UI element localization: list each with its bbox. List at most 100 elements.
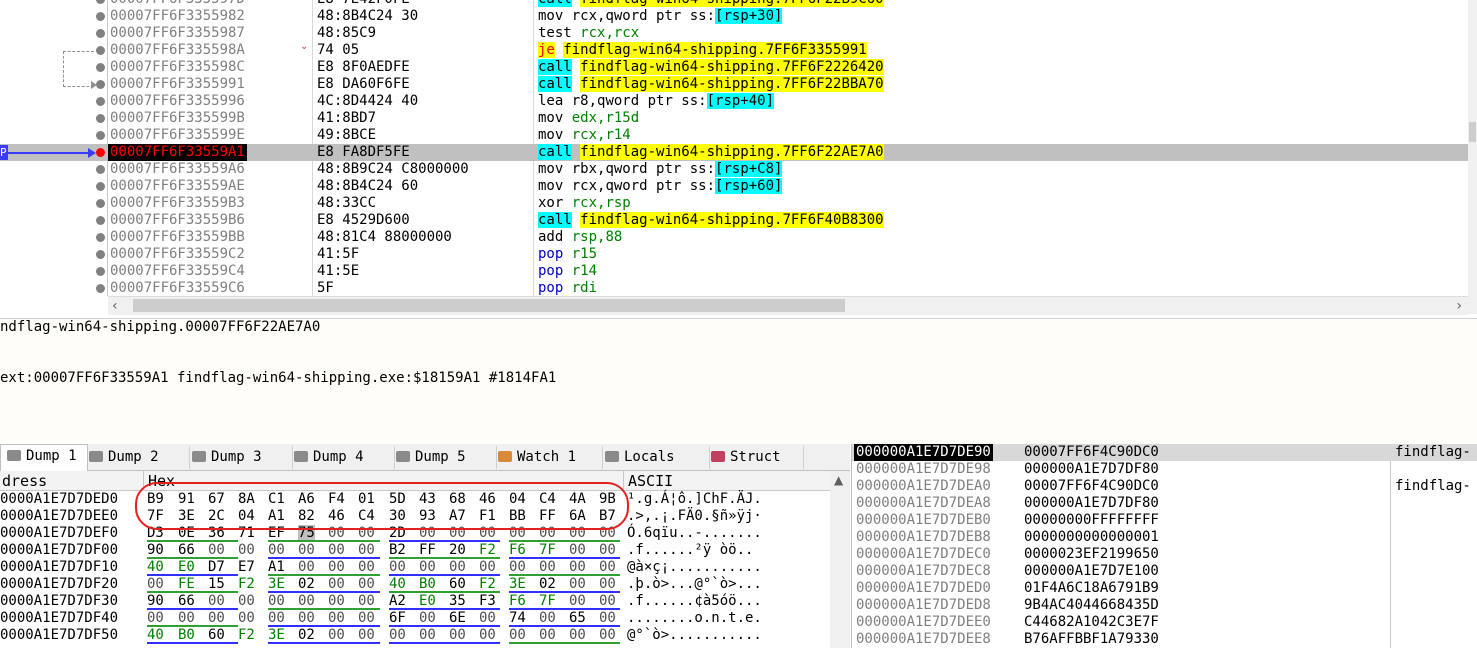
disasm-row[interactable]: 00007FF6F33559B3 48:33CC xor rcx,rsp <box>0 195 1468 212</box>
stack-row[interactable]: 000000A1E7D7DEC0 0000023EF2199650 <box>852 546 1477 563</box>
dump-row[interactable]: 0000A1E7D7DF20 00 FE 15 F2 3E 02 00 00 40 B0 60 F2 3E… <box>0 576 830 593</box>
stack-row[interactable]: 000000A1E7D7DE90 00007FF6F4C90DC0 findflag… <box>852 444 1477 461</box>
hex-byte[interactable]: 00 <box>238 610 255 627</box>
disasm-row[interactable]: 00007FF6F33559A1 E8 FA8DF5FE call findflag… <box>0 144 1468 161</box>
hex-byte[interactable]: 68 <box>449 491 466 508</box>
scroll-up-icon[interactable]: ▲ <box>834 473 843 487</box>
breakpoint-dot-icon[interactable] <box>96 63 105 72</box>
disassembly-vertical-scrollbar[interactable] <box>1468 0 1477 314</box>
ascii-text[interactable]: .>,.¡.FÄ0.§ñ»ÿj· <box>627 508 762 525</box>
hex-byte[interactable]: 46 <box>479 491 496 508</box>
disasm-row[interactable]: 00007FF6F335598C E8 8F0AEDFE call findflag… <box>0 59 1468 76</box>
stack-row[interactable]: 000000A1E7D7DEB0 00000000FFFFFFFF <box>852 512 1477 529</box>
hex-byte[interactable]: 46 <box>328 508 345 525</box>
hex-byte[interactable]: C4 <box>539 491 556 508</box>
breakpoint-dot-icon[interactable] <box>96 46 105 55</box>
breakpoint-dot-icon[interactable] <box>96 0 105 4</box>
hex-byte[interactable]: A7 <box>449 508 466 525</box>
disasm-row[interactable]: 00007FF6F3355996 4C:8D4424 40 lea r8,qword… <box>0 93 1468 110</box>
hex-byte[interactable]: A1 <box>268 508 285 525</box>
hex-byte[interactable]: 04 <box>238 508 255 525</box>
disasm-row[interactable]: 00007FF6F3355982 48:8B4C24 30 mov rcx,qwor… <box>0 8 1468 25</box>
hex-byte[interactable]: F2 <box>238 627 255 644</box>
scrollbar-thumb[interactable] <box>133 299 845 312</box>
stack-row[interactable]: 000000A1E7D7DEA0 00007FF6F4C90DC0 findflag… <box>852 478 1477 495</box>
hex-byte[interactable]: C1 <box>268 491 285 508</box>
hex-byte[interactable]: BB <box>509 508 526 525</box>
hex-byte[interactable]: F2 <box>238 576 255 593</box>
tab-dump-4[interactable]: Dump 4 <box>288 446 395 469</box>
ascii-text[interactable]: ¹.g.Á¦ô.]ChF.ÄJ. <box>627 491 762 508</box>
stack-row[interactable]: 000000A1E7D7DED0 01F4A6C18A6791B9 <box>852 580 1477 597</box>
scroll-left-icon[interactable]: ‹ <box>112 298 118 314</box>
dump-row[interactable]: 0000A1E7D7DF00 90 66 00 00 00 00 00 00 B2 FF 20 F2 F6… <box>0 542 830 559</box>
breakpoint-dot-icon[interactable] <box>96 199 105 208</box>
tab-locals[interactable]: Locals <box>599 446 710 469</box>
hex-byte[interactable]: 8A <box>238 491 255 508</box>
disasm-row[interactable]: 00007FF6F33559C6 5F pop rdi <box>0 280 1468 296</box>
hex-byte[interactable]: 00 <box>238 542 255 559</box>
disasm-row[interactable]: 00007FF6F33559C4 41:5E pop r14 <box>0 263 1468 280</box>
stack-row[interactable]: 000000A1E7D7DEB8 0000000000000001 <box>852 529 1477 546</box>
breakpoint-dot-icon[interactable] <box>96 267 105 276</box>
disasm-row[interactable]: 00007FF6F335598A 74 05 je findflag-win64-s… <box>0 42 1468 59</box>
breakpoint-dot-icon[interactable] <box>96 182 105 191</box>
stack-row[interactable]: 000000A1E7D7DED8 9B4AC4044668435D <box>852 597 1477 614</box>
hex-byte[interactable]: A6 <box>298 491 315 508</box>
hex-byte[interactable]: FF <box>539 508 556 525</box>
dump-vertical-scrollbar[interactable]: ▲ <box>830 471 850 648</box>
breakpoint-dot-icon[interactable] <box>96 29 105 38</box>
stack-row[interactable]: 000000A1E7D7DEE0 C44682A1042C3E7F <box>852 614 1477 631</box>
dump-row[interactable]: 0000A1E7D7DEE0 7F 3E 2C 04 A1 82 46 C4 30 93 A7 F1 BB… <box>0 508 830 525</box>
tab-watch-1[interactable]: Watch 1 <box>492 446 603 469</box>
disasm-row[interactable]: 00007FF6F335597D E8 7E42F0FE call findflag… <box>0 0 1468 8</box>
disassembly-view[interactable]: 00007FF6F335597D E8 7E42F0FE call findflag… <box>0 0 1468 296</box>
breakpoint-dot-icon[interactable] <box>96 250 105 259</box>
hex-byte[interactable]: 9B <box>599 491 616 508</box>
breakpoint-dot-icon[interactable] <box>96 216 105 225</box>
breakpoint-dot-icon[interactable] <box>96 12 105 21</box>
disasm-row[interactable]: 00007FF6F335599E 49:8BCE mov rcx,r14 <box>0 127 1468 144</box>
ascii-text[interactable]: .f......²ÿ òö.. <box>627 542 753 559</box>
disassembly-horizontal-scrollbar[interactable]: ‹ › <box>108 296 1468 315</box>
stack-row[interactable]: 000000A1E7D7DE98 000000A1E7D7DF80 <box>852 461 1477 478</box>
scroll-right-icon[interactable]: › <box>1456 298 1462 314</box>
breakpoint-dot-icon[interactable] <box>96 80 105 89</box>
tab-dump-2[interactable]: Dump 2 <box>83 446 190 469</box>
stack-row[interactable]: 000000A1E7D7DEE8 B76AFFBBF1A79330 <box>852 631 1477 648</box>
disasm-row[interactable]: 00007FF6F33559C2 41:5F pop r15 <box>0 246 1468 263</box>
hex-byte[interactable]: 30 <box>389 508 406 525</box>
hex-byte[interactable]: 43 <box>419 491 436 508</box>
tab-struct[interactable]: Struct <box>705 446 804 469</box>
hex-byte[interactable]: F1 <box>479 508 496 525</box>
hex-byte[interactable]: E7 <box>238 559 255 576</box>
breakpoint-dot-icon[interactable] <box>96 131 105 140</box>
hex-byte[interactable]: 82 <box>298 508 315 525</box>
disasm-row[interactable]: 00007FF6F33559B6 E8 4529D600 call findflag… <box>0 212 1468 229</box>
hex-byte[interactable]: 7F <box>147 508 164 525</box>
hex-byte[interactable]: 4A <box>569 491 586 508</box>
disasm-row[interactable]: 00007FF6F3355987 48:85C9 test rcx,rcx <box>0 25 1468 42</box>
ascii-text[interactable]: @°`ò>........... <box>627 627 762 644</box>
disasm-row[interactable]: 00007FF6F3355991 E8 DA60F6FE call findflag… <box>0 76 1468 93</box>
hex-byte[interactable]: 91 <box>178 491 195 508</box>
stack-row[interactable]: 000000A1E7D7DEA8 000000A1E7D7DF80 <box>852 495 1477 512</box>
hex-byte[interactable]: 67 <box>208 491 225 508</box>
breakpoint-dot-icon[interactable] <box>96 165 105 174</box>
dump-row[interactable]: 0000A1E7D7DF50 40 B0 60 F2 3E 02 00 00 00 00 00 00 00… <box>0 627 830 644</box>
hex-byte[interactable]: 04 <box>509 491 526 508</box>
tab-dump-3[interactable]: Dump 3 <box>186 446 293 469</box>
hex-byte[interactable]: C4 <box>358 508 375 525</box>
dump-row[interactable]: 0000A1E7D7DED0 B9 91 67 8A C1 A6 F4 01 5D 43 68 46 04… <box>0 491 830 508</box>
breakpoint-dot-icon[interactable] <box>96 97 105 106</box>
hex-byte[interactable]: 3E <box>178 508 195 525</box>
dump-row[interactable]: 0000A1E7D7DEF0 D3 0E 36 71 EF 75 00 00 2D 00 00 00 00… <box>0 525 830 542</box>
ascii-text[interactable]: .f......¢à5óö... <box>627 593 762 610</box>
hex-byte[interactable]: 5D <box>389 491 406 508</box>
breakpoint-dot-icon[interactable] <box>96 233 105 242</box>
hex-byte[interactable]: 2C <box>208 508 225 525</box>
ascii-text[interactable]: @à×ç¡........... <box>627 559 762 576</box>
hex-byte[interactable]: 01 <box>358 491 375 508</box>
disasm-row[interactable]: 00007FF6F33559A6 48:8B9C24 C8000000 mov rb… <box>0 161 1468 178</box>
breakpoint-dot-icon[interactable] <box>96 148 105 157</box>
